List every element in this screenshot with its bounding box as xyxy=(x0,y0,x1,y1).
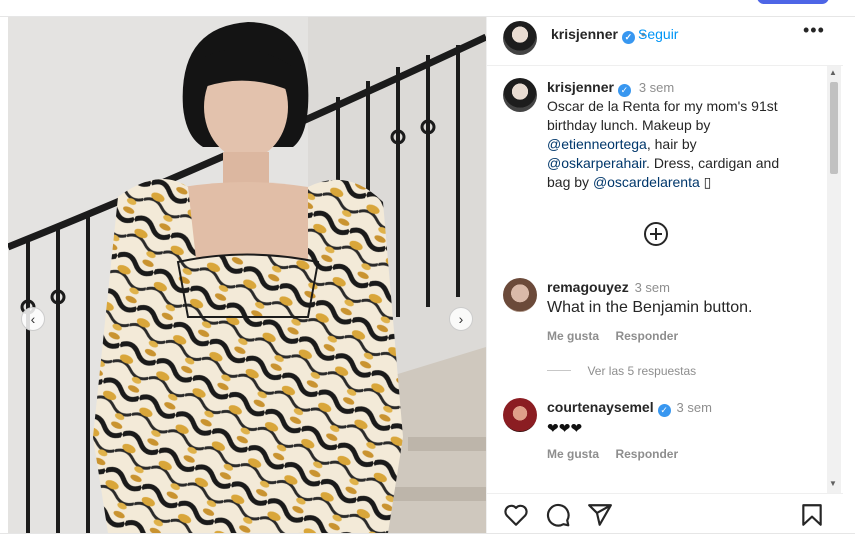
chevron-left-icon: ‹ xyxy=(30,311,36,327)
like-comment-button[interactable]: Me gusta xyxy=(547,329,599,343)
comment-item: courtenaysemel ✓ 3 sem ❤❤❤ Me gusta Respo… xyxy=(547,398,822,463)
post-image-illustration xyxy=(8,17,486,533)
more-options-icon[interactable]: ••• xyxy=(803,20,825,41)
comment-time: 3 sem xyxy=(634,280,670,295)
caption-text: , hair by xyxy=(646,136,697,152)
comment-avatar[interactable] xyxy=(503,278,537,312)
caption-avatar[interactable] xyxy=(503,78,537,112)
mention-link[interactable]: @oscardelarenta xyxy=(593,174,700,190)
like-button[interactable] xyxy=(503,502,529,528)
comment-username[interactable]: courtenaysemel xyxy=(547,399,654,415)
caption-line-5: bag by @oscardelarenta ▯ xyxy=(547,173,822,192)
browser-top-strip xyxy=(0,0,855,17)
scroll-up-icon[interactable]: ▲ xyxy=(829,68,837,77)
save-button[interactable] xyxy=(799,502,825,528)
comment-text: ❤❤❤ xyxy=(547,420,583,436)
caption-time: 3 sem xyxy=(638,80,675,95)
comment-time: 3 sem xyxy=(676,400,712,415)
share-button[interactable] xyxy=(587,502,613,528)
comment-username[interactable]: remagouyez xyxy=(547,279,629,295)
post-side-panel: krisjenner ✓ • Seguir ••• krisjenner ✓ 3 s… xyxy=(486,17,843,533)
load-more-comments-button[interactable] xyxy=(643,221,669,247)
follow-button[interactable]: Seguir xyxy=(638,26,678,42)
scroll-down-icon[interactable]: ▼ xyxy=(829,479,837,488)
caption-line-2: birthday lunch. Makeup by xyxy=(547,117,711,133)
mention-link[interactable]: @oskarperahair xyxy=(547,155,646,171)
view-replies-label: Ver las 5 respuestas xyxy=(587,364,697,378)
replies-divider xyxy=(547,370,571,372)
chevron-right-icon: › xyxy=(458,311,464,327)
caption-line-3: @etienneortega, hair by xyxy=(547,135,822,154)
top-action-button[interactable] xyxy=(757,0,829,4)
comment-avatar[interactable] xyxy=(503,398,537,432)
comment-icon xyxy=(546,503,570,527)
caption-username[interactable]: krisjenner xyxy=(547,79,614,95)
verified-badge-icon: ✓ xyxy=(617,84,631,97)
header-username[interactable]: krisjenner xyxy=(551,26,618,42)
mention-link[interactable]: @etienneortega xyxy=(547,136,647,152)
post-header: krisjenner ✓ • Seguir ••• xyxy=(487,17,843,66)
caption-line-1: Oscar de la Renta for my mom's 91st xyxy=(547,98,778,114)
comment-button[interactable] xyxy=(545,502,571,528)
post-photo: ‹ › xyxy=(8,17,486,533)
reply-button[interactable]: Responder xyxy=(615,329,678,343)
view-replies-button[interactable]: Ver las 5 respuestas xyxy=(547,362,696,380)
plus-circle-icon xyxy=(644,222,668,246)
comment-item: remagouyez 3 sem What in the Benjamin bu… xyxy=(547,278,822,345)
comments-scrollbar[interactable]: ▲ ▼ xyxy=(827,66,841,493)
avatar[interactable] xyxy=(503,21,537,55)
caption-block: krisjenner ✓ 3 sem Oscar de la Renta for … xyxy=(547,78,822,192)
next-photo-button[interactable]: › xyxy=(449,307,473,331)
caption-text: . Dress, cardigan and xyxy=(646,155,780,171)
verified-badge-icon: ✓ xyxy=(621,31,635,44)
header-username-wrap: krisjenner ✓ • xyxy=(551,26,646,44)
like-comment-button[interactable]: Me gusta xyxy=(547,447,599,461)
previous-photo-button[interactable]: ‹ xyxy=(21,307,45,331)
scrollbar-thumb[interactable] xyxy=(830,82,838,174)
comments-list: krisjenner ✓ 3 sem Oscar de la Renta for … xyxy=(487,66,827,483)
action-bar xyxy=(487,493,843,534)
bookmark-icon xyxy=(802,504,822,526)
caption-text: ▯ xyxy=(703,174,712,190)
share-icon xyxy=(588,504,612,526)
verified-badge-icon: ✓ xyxy=(657,404,671,417)
caption-line-4: @oskarperahair. Dress, cardigan and xyxy=(547,154,822,173)
caption-text: bag by xyxy=(547,174,590,190)
comment-text: What in the Benjamin button. xyxy=(547,299,753,316)
reply-button[interactable]: Responder xyxy=(615,447,678,461)
browser-bottom-strip xyxy=(0,533,855,547)
heart-icon xyxy=(504,504,528,526)
